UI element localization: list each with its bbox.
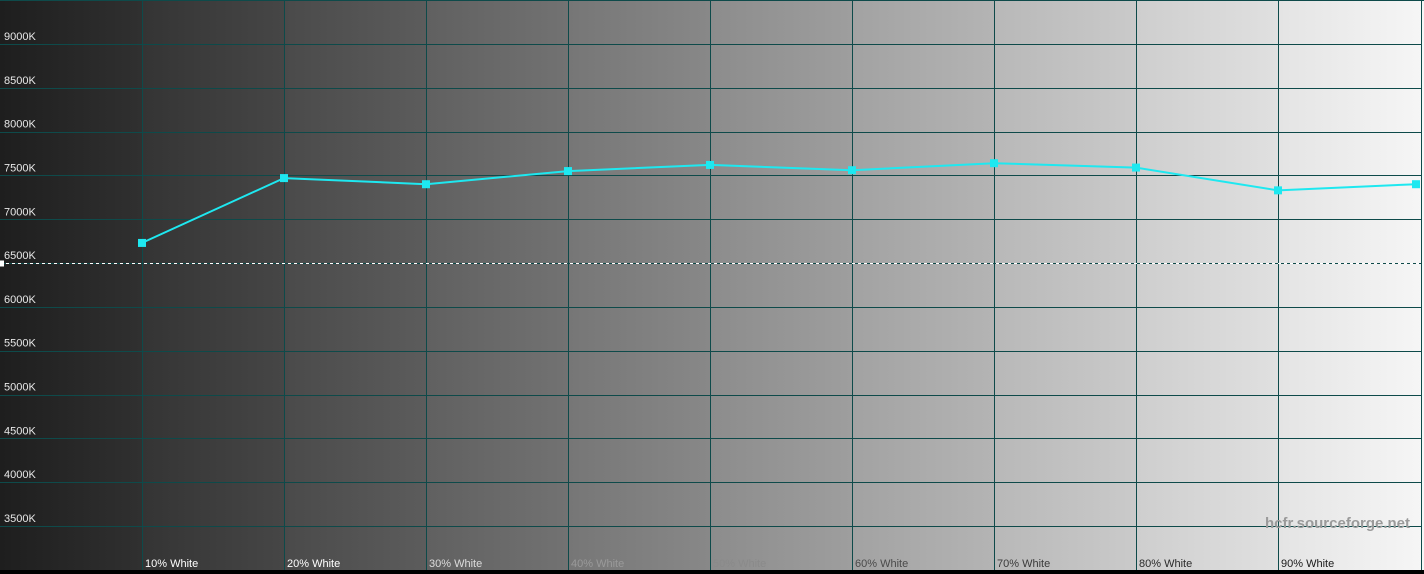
background-band <box>1136 0 1278 570</box>
y-tick-label: 6500K <box>4 250 36 262</box>
x-tick-label: 20% White <box>287 558 340 570</box>
background-band <box>568 0 710 570</box>
y-tick-label: 4500K <box>4 425 36 437</box>
y-tick-label: 9000K <box>4 31 36 43</box>
data-point <box>706 160 714 169</box>
y-tick-label: 8000K <box>4 119 36 131</box>
y-tick-label: 3500K <box>4 513 36 525</box>
background-band <box>994 0 1136 570</box>
x-tick-label: 10% White <box>145 558 198 570</box>
data-point <box>1274 186 1282 195</box>
x-tick-label: 50% White <box>713 558 766 570</box>
data-point <box>1132 163 1140 172</box>
data-point <box>990 159 998 168</box>
data-point <box>138 238 146 247</box>
x-tick-label: 40% White <box>571 558 624 570</box>
background-band <box>426 0 568 570</box>
watermark: hcfr.sourceforge.net <box>1265 515 1410 532</box>
background-band <box>142 0 284 570</box>
y-tick-label: 4000K <box>4 469 36 481</box>
x-tick-label: 60% White <box>855 558 908 570</box>
x-tick-label: 80% White <box>1139 558 1192 570</box>
data-point <box>848 166 856 175</box>
data-point <box>422 180 430 189</box>
color-temperature-chart: 9000K 8500K 8000K 7500K 7000K 6500K 6000K 5500K… <box>0 0 1424 570</box>
y-tick-label: 6000K <box>4 294 36 306</box>
x-tick-label: 30% White <box>429 558 482 570</box>
background-band <box>1278 0 1424 570</box>
y-tick-label: 8500K <box>4 75 36 87</box>
background-bands <box>0 0 1424 570</box>
data-point <box>1412 180 1420 189</box>
data-point <box>564 167 572 176</box>
x-tick-label: 70% White <box>997 558 1050 570</box>
y-tick-label: 5500K <box>4 338 36 350</box>
reference-line-marker <box>0 260 4 267</box>
background-band <box>852 0 994 570</box>
background-band <box>710 0 852 570</box>
background-band <box>284 0 426 570</box>
y-tick-label: 7500K <box>4 162 36 174</box>
x-tick-label: 90% White <box>1281 558 1334 570</box>
data-point <box>280 174 288 183</box>
y-tick-label: 5000K <box>4 382 36 394</box>
y-tick-label: 7000K <box>4 206 36 218</box>
x-axis-labels: 10% White 20% White 30% White 40% White 50% … <box>145 558 1334 570</box>
